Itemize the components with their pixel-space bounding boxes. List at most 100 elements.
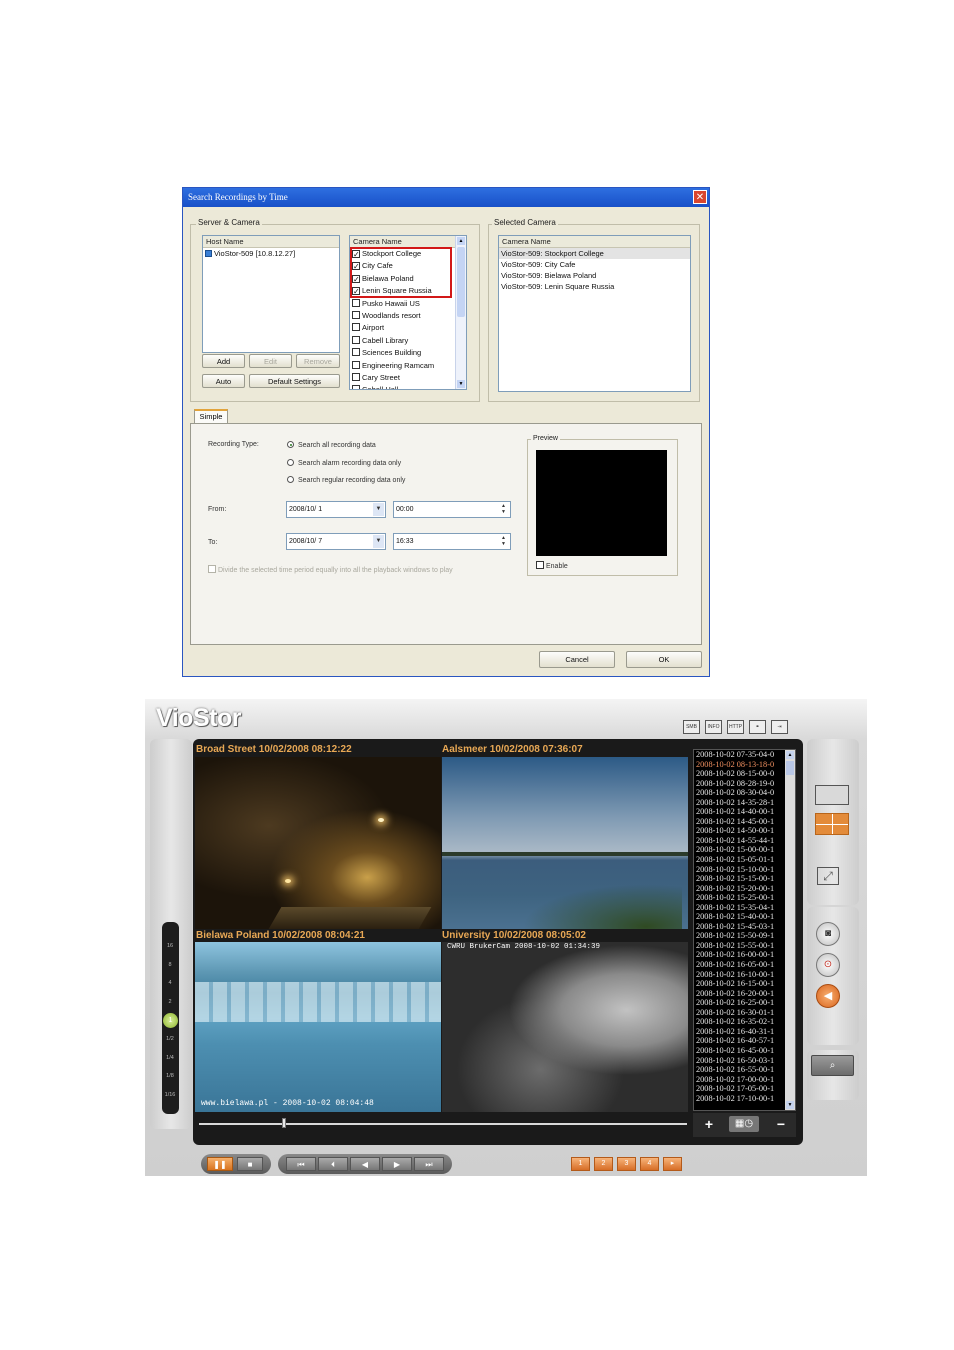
recording-timestamp[interactable]: 2008-10-02 16-35-02-1 [694, 1017, 795, 1027]
speed-2[interactable]: 2 [162, 999, 178, 1005]
recording-timestamp[interactable]: 2008-10-02 16-40-57-1 [694, 1036, 795, 1046]
speed-1-8[interactable]: 1/8 [162, 1073, 178, 1079]
from-date-field[interactable]: 2008/10/ 1 ▼ [286, 501, 386, 518]
recording-timestamp[interactable]: 2008-10-02 15-25-00-1 [694, 893, 795, 903]
reverse-play-button[interactable]: ◀ [350, 1157, 380, 1171]
close-button[interactable]: ✕ [693, 190, 707, 204]
recording-timestamp[interactable]: 2008-10-02 08-30-04-0 [694, 788, 795, 798]
audio-speaker-icon[interactable]: ◀ [816, 984, 840, 1008]
recording-timestamp[interactable]: 2008-10-02 15-50-09-1 [694, 931, 795, 941]
spinner-icon[interactable]: ▲ ▼ [498, 503, 509, 516]
recording-timestamp[interactable]: 2008-10-02 15-20-00-1 [694, 884, 795, 894]
recording-timestamp[interactable]: 2008-10-02 14-40-00-1 [694, 807, 795, 817]
recording-timestamp[interactable]: 2008-10-02 16-25-00-1 [694, 998, 795, 1008]
to-date-field[interactable]: 2008/10/ 7 ▼ [286, 533, 386, 550]
host-list[interactable]: Host Name VioStor-509 [10.8.12.27] [202, 235, 340, 353]
camera-list-item[interactable]: Engineering Ramcam [350, 360, 466, 372]
default-settings-button[interactable]: Default Settings [249, 374, 340, 388]
recording-timestamp[interactable]: 2008-10-02 14-55-44-1 [694, 836, 795, 846]
timeline-track[interactable] [199, 1123, 687, 1125]
add-button[interactable]: Add [202, 354, 245, 368]
page-button-2[interactable]: 2 [594, 1157, 613, 1171]
camera-list-item[interactable]: Pusko Hawaii US [350, 298, 466, 310]
speed-1-4[interactable]: 1/4 [162, 1055, 178, 1061]
recording-timestamp[interactable]: 2008-10-02 16-20-00-1 [694, 989, 795, 999]
snapshot-camera-icon[interactable]: ◙ [816, 922, 840, 946]
camera-list-item[interactable]: Cabell Library [350, 335, 466, 347]
recording-timestamp[interactable]: 2008-10-02 16-55-00-1 [694, 1065, 795, 1075]
recording-timestamp[interactable]: 2008-10-02 17-10-00-1 [694, 1094, 795, 1104]
auto-button[interactable]: Auto [202, 374, 245, 388]
recording-timestamp[interactable]: 2008-10-02 16-50-03-1 [694, 1056, 795, 1066]
recording-timestamp[interactable]: 2008-10-02 16-10-00-1 [694, 970, 795, 980]
recording-timestamp[interactable]: 2008-10-02 17-00-00-1 [694, 1075, 795, 1085]
spinner-icon[interactable]: ▲ ▼ [498, 535, 509, 548]
camera-view-broad-street[interactable] [195, 757, 441, 929]
quad-view-icon[interactable] [815, 813, 849, 835]
fullscreen-icon[interactable]: ⤢ [817, 867, 839, 885]
pause-button[interactable]: ❚❚ [207, 1157, 233, 1171]
divide-checkbox[interactable]: Divide the selected time period equally … [208, 565, 453, 574]
camera-view-bielawa[interactable]: www.bielawa.pl - 2008-10-02 08:04:48 [195, 942, 441, 1112]
edit-button[interactable]: Edit [249, 354, 292, 368]
radio-regular-icon[interactable] [287, 476, 294, 483]
checkbox-icon[interactable] [352, 385, 360, 389]
radio-alarm-icon[interactable] [287, 459, 294, 466]
recording-timestamp[interactable]: 2008-10-02 15-40-00-1 [694, 912, 795, 922]
recording-timestamp[interactable]: 2008-10-02 15-15-00-1 [694, 874, 795, 884]
recording-timestamp[interactable]: 2008-10-02 16-05-00-1 [694, 960, 795, 970]
selected-camera-item[interactable]: VioStor-509: Stockport College [499, 248, 690, 259]
last-frame-button[interactable]: ⏭ [414, 1157, 444, 1171]
radio-all[interactable]: Search all recording data [287, 441, 376, 449]
scroll-up-icon[interactable]: ▲ [457, 237, 465, 245]
plus-button[interactable]: + [701, 1116, 717, 1132]
selected-camera-list[interactable]: Camera Name VioStor-509: Stockport Colle… [498, 235, 691, 392]
recording-timestamp[interactable]: 2008-10-02 15-35-04-1 [694, 903, 795, 913]
recording-timestamp[interactable]: 2008-10-02 08-15-00-0 [694, 769, 795, 779]
radio-all-icon[interactable] [287, 441, 294, 448]
enable-checkbox-icon[interactable] [536, 561, 544, 569]
smb-icon[interactable]: SMB [683, 720, 700, 734]
page-next-button[interactable]: ▸ [663, 1157, 682, 1171]
search-icon[interactable]: ⌕ [811, 1055, 854, 1076]
recording-timestamp[interactable]: 2008-10-02 14-45-00-1 [694, 817, 795, 827]
camera-list-item[interactable]: Woodlands resort [350, 310, 466, 322]
checkbox-icon[interactable] [352, 348, 360, 357]
speed-16[interactable]: 16 [162, 943, 178, 949]
scroll-thumb[interactable] [786, 761, 794, 775]
selected-camera-item[interactable]: VioStor-509: City Cafe [499, 259, 690, 270]
record-icon[interactable]: ⊙ [816, 953, 840, 977]
checkbox-icon[interactable] [352, 360, 360, 369]
remove-button[interactable]: Remove [296, 354, 340, 368]
http-icon[interactable]: HTTP [727, 720, 744, 734]
selected-camera-item[interactable]: VioStor-509: Bielawa Poland [499, 270, 690, 281]
chevron-down-icon[interactable]: ▼ [373, 503, 384, 516]
checkbox-icon[interactable] [352, 335, 360, 344]
host-item[interactable]: VioStor-509 [10.8.12.27] [203, 248, 339, 260]
network-icon[interactable]: ⚭ [749, 720, 766, 734]
radio-alarm[interactable]: Search alarm recording data only [287, 459, 401, 467]
speed-1-16[interactable]: 1/16 [162, 1092, 178, 1098]
cancel-button[interactable]: Cancel [539, 651, 615, 668]
next-frame-button[interactable]: ▶ [382, 1157, 412, 1171]
scroll-up-icon[interactable]: ▲ [786, 751, 794, 759]
from-time-field[interactable]: 00:00 ▲ ▼ [393, 501, 511, 518]
recording-timestamp[interactable]: 2008-10-02 17-05-00-1 [694, 1084, 795, 1094]
recording-timestamp[interactable]: 2008-10-02 08-28-19-0 [694, 779, 795, 789]
enable-checkbox[interactable]: Enable [536, 561, 568, 570]
minus-button[interactable]: − [773, 1116, 789, 1132]
divide-checkbox-icon[interactable] [208, 565, 216, 573]
camera-list-item[interactable]: Cabell Hall [350, 384, 466, 389]
timeline-thumb[interactable] [281, 1118, 286, 1128]
speed-1-2[interactable]: 1/2 [162, 1036, 178, 1042]
recording-timestamp[interactable]: 2008-10-02 07-35-04-0 [694, 750, 795, 760]
recording-list[interactable]: 2008-10-02 07-35-04-0 2008-10-02 08-13-18… [693, 749, 796, 1111]
recording-list-scrollbar[interactable]: ▲ ▼ [785, 750, 795, 1110]
previous-frame-button[interactable]: ⏴ [318, 1157, 348, 1171]
camera-list-item[interactable]: Sciences Building [350, 347, 466, 359]
camera-view-aalsmeer[interactable] [442, 757, 688, 929]
camera-list-scrollbar[interactable]: ▲ ▼ [455, 236, 466, 389]
page-button-1[interactable]: 1 [571, 1157, 590, 1171]
checkbox-icon[interactable] [352, 310, 360, 319]
scroll-thumb[interactable] [457, 247, 465, 317]
